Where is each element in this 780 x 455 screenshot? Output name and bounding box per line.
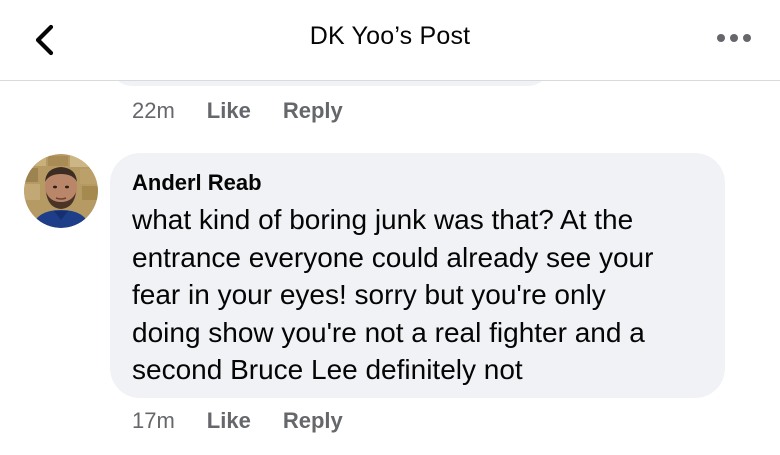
comment-timestamp: 22m [132, 98, 175, 123]
comment-line: what kind of boring junk was that? At th… [132, 204, 634, 235]
more-options-button[interactable] [712, 26, 758, 50]
comment-line: second Bruce Lee definitely not [132, 354, 523, 385]
like-button[interactable]: Like [207, 98, 251, 124]
previous-comment-actions: 22m Like Reply [132, 98, 343, 124]
ellipsis-icon [717, 34, 751, 42]
reply-button[interactable]: Reply [283, 408, 343, 434]
comment-timestamp: 17m [132, 408, 175, 433]
comment-bubble[interactable]: Anderl Reab what kind of boring junk was… [110, 153, 725, 398]
post-comments-screen: DK Yoo’s Post 22m Like Reply Anderl Reab… [0, 0, 780, 455]
comment-actions: 17m Like Reply [132, 408, 343, 434]
avatar[interactable] [24, 154, 98, 228]
reply-button[interactable]: Reply [283, 98, 343, 124]
comment-line: doing show you're not a real fighter and… [132, 316, 645, 348]
page-title: DK Yoo’s Post [309, 22, 471, 50]
like-button[interactable]: Like [207, 408, 251, 434]
top-navigation-bar: DK Yoo’s Post [0, 0, 780, 81]
profile-photo [24, 154, 98, 228]
comment-body: what kind of boring junk was that? At th… [132, 201, 717, 389]
comment-line: entrance everyone could already see your [132, 241, 654, 273]
comment-line: fear in your eyes! sorry but you're only [132, 279, 606, 310]
comment-author-name[interactable]: Anderl Reab [132, 170, 262, 196]
